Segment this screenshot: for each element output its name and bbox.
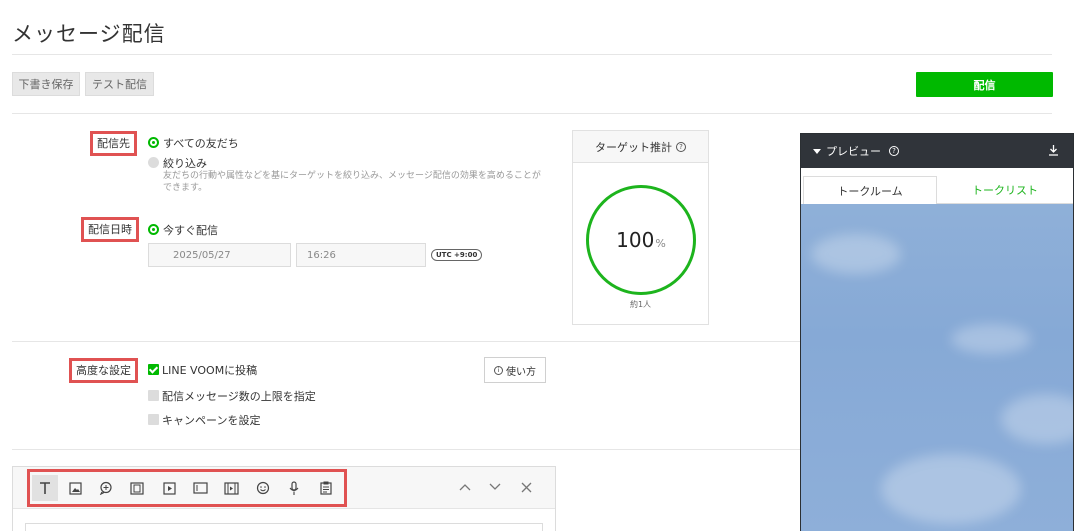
cloud-decoration: [881, 454, 1021, 524]
target-estimate-panel: ターゲット推計 ? 100 % 約1人: [572, 130, 709, 325]
cloud-decoration: [951, 324, 1031, 354]
option-filter-label[interactable]: 絞り込み: [163, 155, 207, 171]
chevron-down-icon[interactable]: [487, 479, 503, 495]
divider: [12, 341, 800, 342]
message-editor: [12, 466, 556, 531]
message-type-toolbar: [27, 469, 347, 507]
option-all-friends-label[interactable]: すべての友だち: [163, 135, 239, 151]
checkbox-message-limit[interactable]: [148, 390, 159, 401]
chevron-up-icon[interactable]: [457, 479, 473, 495]
schedule-label: 配信日時: [81, 217, 139, 242]
rich-message-icon[interactable]: [190, 478, 210, 498]
target-count: 約1人: [629, 300, 652, 309]
video-icon[interactable]: [159, 478, 179, 498]
chat-preview-area: [801, 204, 1073, 531]
card-icon[interactable]: [127, 478, 147, 498]
howto-label: 使い方: [506, 366, 536, 378]
target-estimate-header: ターゲット推計 ?: [573, 131, 708, 163]
tab-talkroom[interactable]: トークルーム: [803, 176, 937, 204]
advanced-settings-label: 高度な設定: [69, 358, 138, 383]
howto-button[interactable]: i 使い方: [484, 357, 546, 383]
preview-panel: プレビュー ? トークルーム トークリスト: [800, 133, 1074, 531]
checkbox-line-voom[interactable]: [148, 364, 159, 375]
editor-toolbar: [13, 467, 555, 509]
rich-video-icon[interactable]: [221, 478, 241, 498]
timezone-badge: UTC +9:00: [431, 249, 483, 261]
cloud-decoration: [811, 234, 901, 274]
filter-description: 友だちの行動や属性などを基にターゲットを絞り込み、メッセージ配信の効果を高めるこ…: [163, 171, 541, 193]
checkbox-campaign[interactable]: [148, 414, 159, 425]
target-percent: 100: [616, 228, 655, 252]
text-icon[interactable]: [32, 475, 58, 501]
page-title: メッセージ配信: [12, 22, 166, 46]
time-field[interactable]: 16:26: [296, 243, 426, 267]
target-percent-unit: %: [655, 236, 666, 250]
save-draft-button[interactable]: 下書き保存: [12, 72, 80, 96]
option-message-limit-label[interactable]: 配信メッセージ数の上限を指定: [162, 388, 316, 404]
info-icon: i: [494, 365, 503, 375]
help-icon[interactable]: ?: [676, 141, 686, 152]
cloud-decoration: [1001, 394, 1073, 444]
voice-icon[interactable]: [284, 478, 304, 498]
close-icon[interactable]: [518, 479, 534, 495]
target-gauge: 100 %: [586, 185, 696, 295]
divider: [12, 113, 1052, 114]
recipients-label: 配信先: [90, 131, 137, 156]
divider: [12, 449, 800, 450]
option-line-voom-label[interactable]: LINE VOOMに投稿: [162, 362, 257, 378]
download-icon[interactable]: [1048, 144, 1059, 159]
preview-tabs: トークルーム トークリスト: [801, 168, 1073, 204]
image-icon[interactable]: [65, 478, 85, 498]
radio-all-friends[interactable]: [148, 137, 159, 148]
bubble-icon[interactable]: [96, 478, 116, 498]
coupon-icon[interactable]: [316, 478, 336, 498]
sticker-icon[interactable]: [253, 478, 273, 498]
send-button[interactable]: 配信: [916, 72, 1053, 97]
preview-header[interactable]: プレビュー ?: [801, 134, 1073, 168]
option-send-now-label[interactable]: 今すぐ配信: [163, 222, 218, 238]
message-text-input[interactable]: [25, 523, 543, 531]
divider: [12, 54, 1052, 55]
preview-title: プレビュー: [826, 145, 881, 158]
target-estimate-title: ターゲット推計: [595, 140, 672, 154]
tab-talklist[interactable]: トークリスト: [937, 176, 1073, 204]
radio-send-now[interactable]: [148, 224, 159, 235]
caret-down-icon[interactable]: [813, 148, 821, 154]
test-send-button[interactable]: テスト配信: [85, 72, 154, 96]
option-campaign-label[interactable]: キャンペーンを設定: [162, 412, 260, 428]
date-field[interactable]: 2025/05/27: [148, 243, 291, 267]
help-icon[interactable]: ?: [889, 146, 899, 156]
radio-filter[interactable]: [148, 157, 159, 168]
